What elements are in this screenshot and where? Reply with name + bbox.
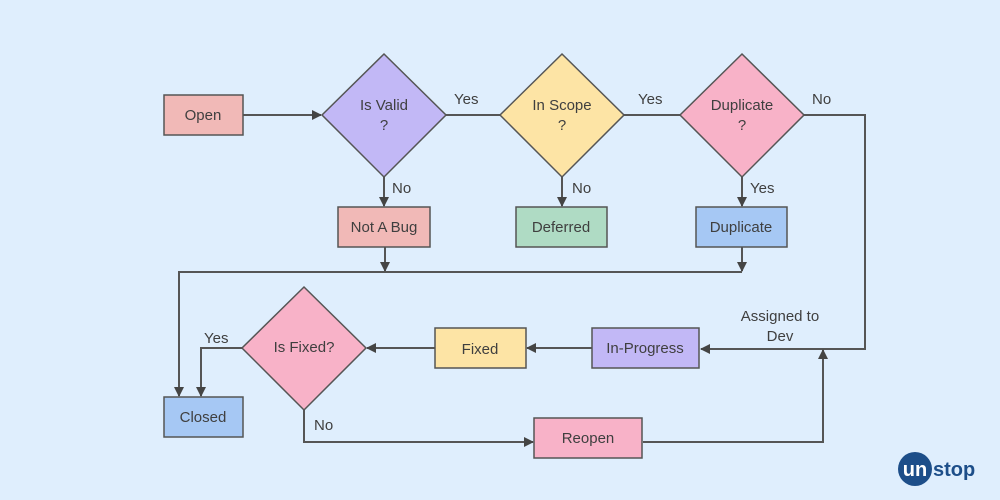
edge-label-scope-yes: Yes — [638, 91, 662, 108]
edge-isfixed-no-to-reopen — [303, 410, 534, 447]
node-is-fixed-label: Is Fixed? — [274, 339, 335, 356]
edge-label-assigned-2: Dev — [767, 328, 794, 345]
node-in-scope-diamond — [498, 52, 626, 179]
node-reopen-label: Reopen — [562, 430, 615, 447]
node-in-scope-label-1: In Scope — [532, 97, 591, 114]
edge-label-scope-no: No — [572, 180, 591, 197]
node-fixed: Fixed — [434, 327, 527, 369]
node-deferred: Deferred — [515, 206, 608, 248]
node-deferred-label: Deferred — [532, 219, 590, 236]
node-is-fixed: Is Fixed? — [240, 285, 368, 412]
node-is-valid-label-2: ? — [380, 117, 388, 134]
node-closed-label: Closed — [180, 409, 227, 426]
node-reopen: Reopen — [533, 417, 643, 459]
node-duplicate-label: Duplicate — [710, 219, 773, 236]
edge-isfixed-yes-to-closed — [196, 347, 243, 397]
node-is-valid-label-1: Is Valid — [360, 97, 408, 114]
node-duplicate: Duplicate — [695, 206, 788, 248]
node-not-a-bug-label: Not A Bug — [351, 219, 418, 236]
node-in-scope: In Scope ? — [498, 52, 626, 179]
node-fixed-label: Fixed — [462, 341, 499, 358]
node-duplicate-question-diamond — [678, 52, 806, 179]
unstop-logo: un stop — [898, 452, 975, 486]
logo-text-un: un — [903, 459, 927, 481]
edge-label-valid-no: No — [392, 180, 411, 197]
node-duplicate-question-label-2: ? — [738, 117, 746, 134]
edge-label-assigned-1: Assigned to — [741, 308, 819, 325]
logo-text-stop: stop — [933, 459, 975, 481]
edge-label-dup-yes: Yes — [750, 180, 774, 197]
node-duplicate-question-label-1: Duplicate — [711, 97, 774, 114]
node-is-valid-diamond — [320, 52, 448, 179]
node-duplicate-question: Duplicate ? — [678, 52, 806, 179]
node-closed: Closed — [163, 396, 244, 438]
node-in-progress: In-Progress — [591, 327, 700, 369]
edge-label-valid-yes: Yes — [454, 91, 478, 108]
node-is-valid: Is Valid ? — [320, 52, 448, 179]
node-in-progress-label: In-Progress — [606, 340, 684, 357]
edge-label-fixed-no: No — [314, 417, 333, 434]
node-not-a-bug: Not A Bug — [337, 206, 431, 248]
node-in-scope-label-2: ? — [558, 117, 566, 134]
bug-lifecycle-flowchart: Open Is Valid ? In Scope ? Duplicate ? N… — [163, 52, 866, 459]
edge-label-fixed-yes: Yes — [204, 330, 228, 347]
edge-label-dup-no: No — [812, 91, 831, 108]
node-open: Open — [163, 94, 244, 136]
node-open-label: Open — [185, 107, 222, 124]
